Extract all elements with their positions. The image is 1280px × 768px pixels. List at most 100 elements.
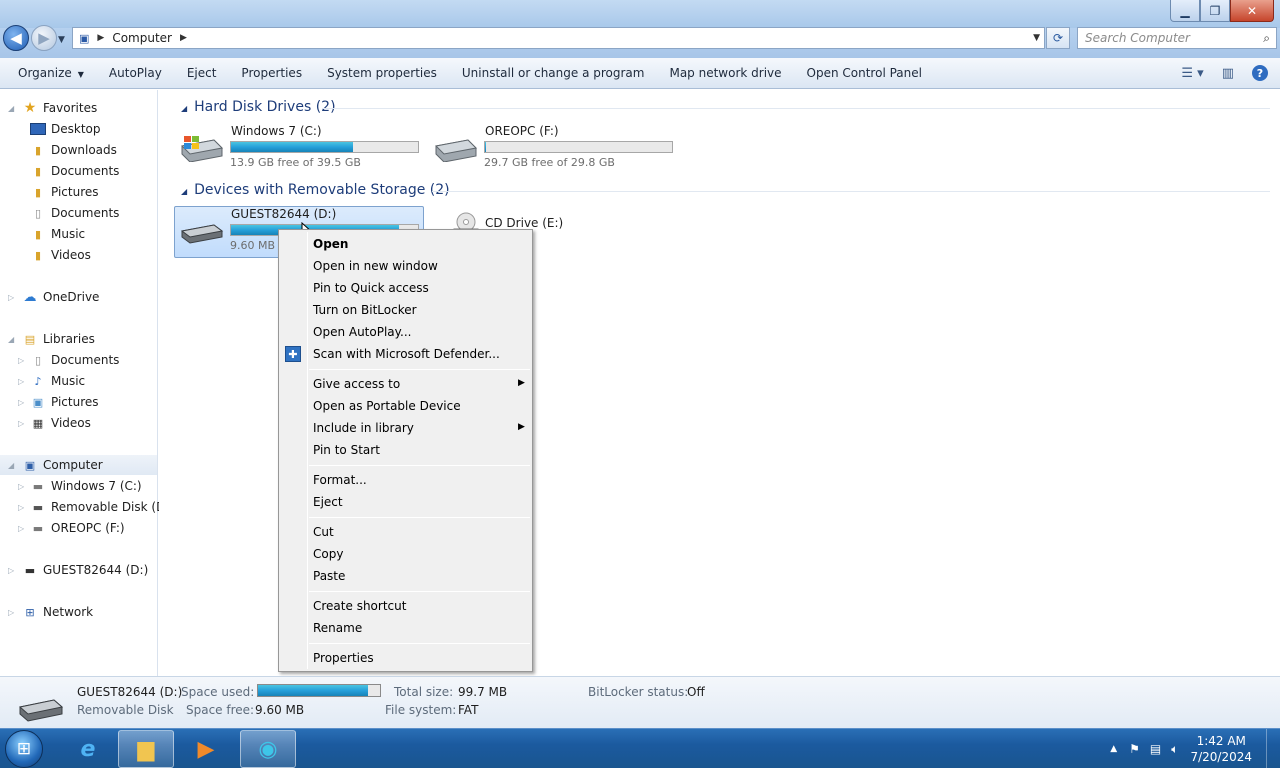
preview-pane-icon[interactable]: ▥ (1222, 66, 1234, 81)
breadcrumb-chevron-icon[interactable]: ▶ (97, 33, 104, 43)
details-drive-name: GUEST82644 (D:) (77, 685, 183, 699)
map-network-drive-button[interactable]: Map network drive (654, 66, 791, 80)
volume-icon[interactable]: 🔈︎ (1171, 742, 1178, 757)
menu-item-include-library[interactable]: Include in library ▶ (313, 421, 525, 435)
show-hidden-icons-icon[interactable]: ▲ (1110, 744, 1117, 754)
nav-onedrive[interactable]: ▷ ☁ OneDrive (8, 287, 99, 307)
drive-usage-bar (230, 141, 419, 153)
breadcrumb-computer[interactable]: Computer (112, 31, 172, 45)
nav-guest-drive[interactable]: ▷ ▬ GUEST82644 (D:) (8, 560, 148, 580)
nav-music[interactable]: ▮ Music (30, 224, 85, 244)
expand-arrow-icon[interactable]: ▷ (18, 377, 24, 386)
open-control-panel-button[interactable]: Open Control Panel (792, 66, 932, 80)
nav-libraries[interactable]: ◢ ▤ Libraries (8, 329, 95, 349)
menu-item-copy[interactable]: Copy (313, 547, 343, 561)
properties-button[interactable]: Properties (226, 66, 312, 80)
nav-documents-2[interactable]: ▯ Documents (30, 203, 119, 223)
context-menu: Open Open in new window Pin to Quick acc… (278, 229, 533, 672)
address-dropdown-icon[interactable]: ▼ (1033, 33, 1040, 43)
search-icon[interactable]: ⌕ (1263, 31, 1270, 46)
nav-oreopc-drive[interactable]: ▷ ▬ OREOPC (F:) (18, 518, 125, 538)
menu-item-pin-quick-access[interactable]: Pin to Quick access (313, 281, 429, 295)
expand-arrow-icon[interactable]: ▷ (8, 608, 14, 617)
network-status-icon[interactable]: ▤ (1150, 742, 1161, 756)
nav-videos[interactable]: ▮ Videos (30, 245, 91, 265)
search-input[interactable]: Search Computer ⌕ (1077, 27, 1277, 49)
breadcrumb-chevron-icon[interactable]: ▶ (180, 33, 187, 43)
nav-documents[interactable]: ▮ Documents (30, 161, 119, 181)
restore-button[interactable]: ❐ (1200, 0, 1230, 22)
expand-arrow-icon[interactable]: ◢ (8, 461, 14, 470)
menu-item-create-shortcut[interactable]: Create shortcut (313, 599, 406, 613)
drive-usage-fill (485, 142, 486, 152)
expand-arrow-icon[interactable]: ▷ (18, 356, 24, 365)
menu-item-paste[interactable]: Paste (313, 569, 345, 583)
menu-item-cut[interactable]: Cut (313, 525, 334, 539)
drive-oreopc[interactable]: OREOPC (F:) 29.7 GB free of 29.8 GB (428, 124, 678, 172)
nav-lib-videos[interactable]: ▷ ▦ Videos (18, 413, 91, 433)
taskbar-internet-explorer[interactable]: e (60, 730, 116, 768)
drive-windows7[interactable]: Windows 7 (C:) 13.9 GB free of 39.5 GB (174, 124, 424, 172)
menu-item-open[interactable]: Open (313, 237, 348, 251)
menu-item-format[interactable]: Format... (313, 473, 367, 487)
minimize-button[interactable]: ▁ (1170, 0, 1200, 22)
expand-arrow-icon[interactable]: ◢ (8, 335, 14, 344)
clock[interactable]: 1:42 AM 7/20/2024 (1190, 733, 1252, 765)
document-icon: ▯ (34, 353, 42, 367)
usb-drive-icon: ▬ (24, 563, 36, 577)
menu-item-pin-start[interactable]: Pin to Start (313, 443, 380, 457)
expand-arrow-icon[interactable]: ▷ (8, 293, 14, 302)
action-center-flag-icon[interactable]: ⚑ (1129, 742, 1140, 756)
expand-arrow-icon[interactable]: ▷ (18, 482, 24, 491)
hard-drive-icon: ▬ (32, 479, 44, 493)
nav-lib-pictures[interactable]: ▷ ▣ Pictures (18, 392, 99, 412)
windows-logo-icon: ⊞ (16, 739, 32, 759)
taskbar-edge[interactable]: ◉ (240, 730, 296, 768)
close-button[interactable]: ✕ (1230, 0, 1274, 22)
nav-pictures[interactable]: ▮ Pictures (30, 182, 99, 202)
menu-item-open-new-window[interactable]: Open in new window (313, 259, 438, 273)
menu-item-properties[interactable]: Properties (313, 651, 374, 665)
menu-item-turn-on-bitlocker[interactable]: Turn on BitLocker (313, 303, 417, 317)
back-button[interactable]: ◀ (3, 25, 29, 51)
menu-item-portable-device[interactable]: Open as Portable Device (313, 399, 461, 413)
recent-pages-dropdown[interactable]: ▼ (58, 35, 65, 45)
nav-downloads[interactable]: ▮ Downloads (30, 140, 117, 160)
nav-desktop[interactable]: Desktop (30, 119, 101, 139)
space-free-value: 9.60 MB (255, 703, 305, 717)
eject-button[interactable]: Eject (172, 66, 227, 80)
system-properties-button[interactable]: System properties (312, 66, 447, 80)
uninstall-button[interactable]: Uninstall or change a program (447, 66, 655, 80)
forward-button[interactable]: ▶ (31, 25, 57, 51)
expand-arrow-icon[interactable]: ◢ (8, 104, 14, 113)
expand-arrow-icon[interactable]: ▷ (18, 524, 24, 533)
refresh-button[interactable]: ⟳ (1046, 27, 1070, 49)
expand-arrow-icon[interactable]: ▷ (8, 566, 14, 575)
nav-windows7-drive[interactable]: ▷ ▬ Windows 7 (C:) (18, 476, 142, 496)
expand-arrow-icon[interactable]: ▷ (18, 419, 24, 428)
nav-lib-music[interactable]: ▷ ♪ Music (18, 371, 85, 391)
help-icon[interactable]: ? (1252, 65, 1268, 81)
expand-arrow-icon[interactable]: ▷ (18, 398, 24, 407)
nav-favorites[interactable]: ◢ ★ Favorites (8, 98, 97, 118)
menu-item-give-access[interactable]: Give access to ▶ (313, 377, 525, 391)
menu-item-rename[interactable]: Rename (313, 621, 362, 635)
menu-item-scan-defender[interactable]: Scan with Microsoft Defender... (313, 347, 500, 361)
address-bar[interactable]: ▣ ▶ Computer ▶ ▼ (72, 27, 1045, 49)
menu-item-open-autoplay[interactable]: Open AutoPlay... (313, 325, 411, 339)
taskbar-media-player[interactable]: ▶ (178, 730, 234, 768)
group-hard-disk-drives[interactable]: ◢ Hard Disk Drives (2) (181, 99, 336, 115)
change-view-icon[interactable]: ☰ ▾ (1181, 66, 1203, 81)
start-button[interactable]: ⊞ (5, 730, 43, 768)
expand-arrow-icon[interactable]: ▷ (18, 503, 24, 512)
taskbar-file-explorer[interactable]: ▆ (118, 730, 174, 768)
autoplay-button[interactable]: AutoPlay (94, 66, 172, 80)
nav-computer[interactable]: ◢ ▣ Computer (0, 455, 157, 475)
group-removable-storage[interactable]: ◢ Devices with Removable Storage (2) (181, 182, 450, 198)
show-desktop-button[interactable] (1266, 729, 1280, 768)
menu-item-eject[interactable]: Eject (313, 495, 343, 509)
nav-lib-documents[interactable]: ▷ ▯ Documents (18, 350, 119, 370)
nav-network[interactable]: ▷ ⊞ Network (8, 602, 93, 622)
nav-removable-disk[interactable]: ▷ ▬ Removable Disk (D:) (18, 497, 174, 517)
organize-button[interactable]: Organize ▼ (0, 66, 94, 80)
